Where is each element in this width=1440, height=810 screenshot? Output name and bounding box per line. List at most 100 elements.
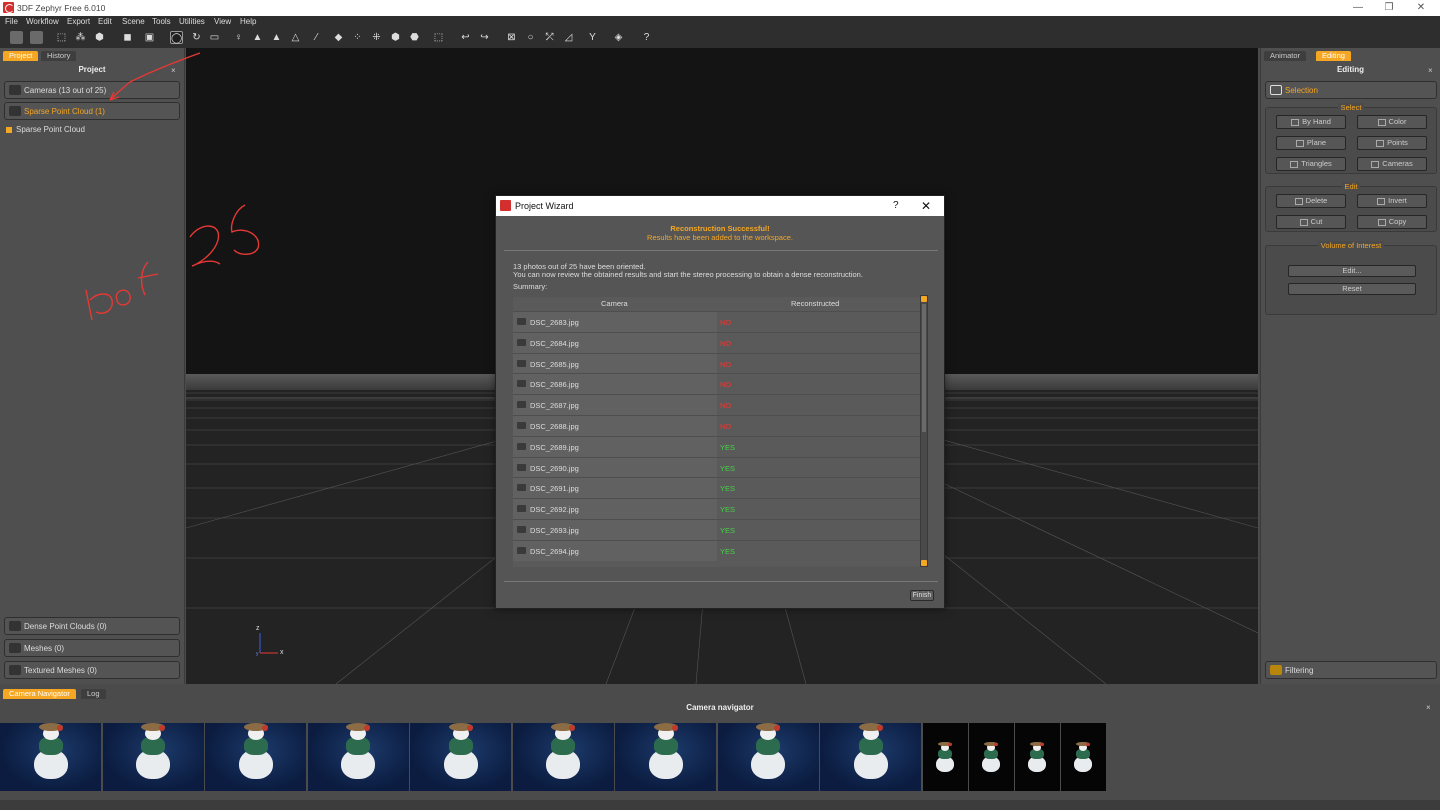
shading-solid-icon[interactable]: ▲ xyxy=(251,31,264,44)
sparse-point-cloud-item[interactable]: Sparse Point Cloud xyxy=(6,125,85,134)
close-window-button[interactable]: ✕ xyxy=(1406,1,1436,15)
filter-icon[interactable]: Y xyxy=(586,31,599,44)
help-icon[interactable]: ? xyxy=(640,31,653,44)
shading-textured-icon[interactable]: ▲ xyxy=(270,31,283,44)
tab-editing[interactable]: Editing xyxy=(1316,51,1351,61)
minimize-button[interactable]: — xyxy=(1343,1,1373,15)
cameras-toggle-icon[interactable]: ◆ xyxy=(332,31,345,44)
dense-point-clouds-button[interactable]: Dense Point Clouds (0) xyxy=(4,617,180,635)
finish-button[interactable]: Finish xyxy=(910,590,934,601)
menu-export[interactable]: Export xyxy=(67,17,90,26)
table-row[interactable]: DSC_2689.jpg YES xyxy=(513,435,920,457)
screenshot-icon[interactable]: ▣ xyxy=(143,31,156,44)
close-icon[interactable]: × xyxy=(1426,703,1431,712)
menu-edit[interactable]: Edit xyxy=(98,17,112,26)
save-icon[interactable] xyxy=(30,31,43,44)
orbit-icon[interactable]: ◯ xyxy=(170,31,183,44)
cameras-button[interactable]: Cameras (13 out of 25) xyxy=(4,81,180,99)
point-cloud-icon[interactable]: ⁂ xyxy=(74,31,87,44)
by-hand-button[interactable]: By Hand xyxy=(1276,115,1346,129)
voi-reset-button[interactable]: Reset xyxy=(1288,283,1416,295)
camera-thumbnail[interactable] xyxy=(410,723,511,791)
table-row[interactable]: DSC_2683.jpg NO xyxy=(513,311,920,332)
scroll-down-icon[interactable] xyxy=(921,560,927,566)
bbox-icon[interactable]: ⬚ xyxy=(432,31,445,44)
copy-button[interactable]: Copy xyxy=(1357,215,1427,229)
table-row[interactable]: DSC_2684.jpg NO xyxy=(513,331,920,353)
measure-icon[interactable]: ◿ xyxy=(562,31,575,44)
table-row[interactable]: DSC_2687.jpg NO xyxy=(513,394,920,416)
dialog-help-button[interactable]: ? xyxy=(893,200,899,211)
voi-edit-button[interactable]: Edit... xyxy=(1288,265,1416,277)
textured-meshes-button[interactable]: Textured Meshes (0) xyxy=(4,661,180,679)
camera-thumbnail[interactable] xyxy=(615,723,716,791)
camera-thumbnail[interactable] xyxy=(922,723,968,791)
table-row[interactable]: DSC_2685.jpg NO xyxy=(513,352,920,374)
table-scrollbar[interactable] xyxy=(920,295,928,567)
tab-animator[interactable]: Animator xyxy=(1264,51,1307,61)
color-button[interactable]: Color xyxy=(1357,115,1427,129)
menu-help[interactable]: Help xyxy=(240,17,256,26)
sphere-icon[interactable]: ○ xyxy=(524,31,537,44)
scroll-up-icon[interactable] xyxy=(921,296,927,302)
camera-view-icon[interactable]: ◼ xyxy=(121,31,134,44)
points-button[interactable]: Points xyxy=(1357,136,1427,150)
menu-scene[interactable]: Scene xyxy=(122,17,145,26)
tab-log[interactable]: Log xyxy=(81,689,106,699)
light-icon[interactable]: ♀ xyxy=(232,31,245,44)
scroll-thumb[interactable] xyxy=(922,304,926,432)
camera-thumbnail[interactable] xyxy=(968,723,1014,791)
redo-icon[interactable]: ↪ xyxy=(478,31,491,44)
plane-button[interactable]: Plane xyxy=(1276,136,1346,150)
menu-utilities[interactable]: Utilities xyxy=(179,17,205,26)
table-row[interactable]: DSC_2693.jpg YES xyxy=(513,519,920,540)
tab-history[interactable]: History xyxy=(41,51,77,61)
brush-icon[interactable]: ⁄ xyxy=(310,31,323,44)
triangles-button[interactable]: Triangles xyxy=(1276,157,1346,171)
menu-file[interactable]: File xyxy=(5,17,18,26)
rgb-icon[interactable]: ▭ xyxy=(208,31,221,44)
dense-toggle-icon[interactable]: ⁜ xyxy=(370,31,383,44)
cut-button[interactable]: Cut xyxy=(1276,215,1346,229)
shading-wire-icon[interactable]: △ xyxy=(289,31,302,44)
menu-tools[interactable]: Tools xyxy=(152,17,171,26)
table-row[interactable]: DSC_2686.jpg NO xyxy=(513,373,920,395)
close-icon[interactable]: × xyxy=(171,66,176,75)
camera-thumbnail[interactable] xyxy=(1014,723,1060,791)
select-rect-icon[interactable]: ⬚ xyxy=(55,31,68,44)
mesh-toggle-icon[interactable]: ⬢ xyxy=(389,31,402,44)
new-project-icon[interactable] xyxy=(10,31,23,44)
rotate-icon[interactable]: ↻ xyxy=(190,31,203,44)
table-row[interactable]: DSC_2688.jpg NO xyxy=(513,415,920,436)
filtering-button[interactable]: Filtering xyxy=(1265,661,1437,679)
invert-button[interactable]: Invert xyxy=(1357,194,1427,208)
meshes-button[interactable]: Meshes (0) xyxy=(4,639,180,657)
sparse-point-cloud-button[interactable]: Sparse Point Cloud (1) xyxy=(4,102,180,120)
camera-thumbnail[interactable] xyxy=(820,723,921,791)
camera-thumbnail[interactable] xyxy=(0,723,101,791)
table-row[interactable]: DSC_2690.jpg YES xyxy=(513,456,920,478)
textured-toggle-icon[interactable]: ⬣ xyxy=(408,31,421,44)
close-icon[interactable]: × xyxy=(1428,66,1433,75)
camera-thumbnail[interactable] xyxy=(205,723,306,791)
undo-icon[interactable]: ↩ xyxy=(459,31,472,44)
selection-button[interactable]: Selection xyxy=(1265,81,1437,99)
camera-thumbnail[interactable] xyxy=(102,723,204,791)
menu-view[interactable]: View xyxy=(214,17,231,26)
tab-camera-navigator[interactable]: Camera Navigator xyxy=(3,689,76,699)
table-row[interactable]: DSC_2692.jpg YES xyxy=(513,498,920,520)
menu-workflow[interactable]: Workflow xyxy=(26,17,59,26)
table-row[interactable]: DSC_2691.jpg YES xyxy=(513,477,920,499)
cube-help-icon[interactable]: ◈ xyxy=(612,31,625,44)
camera-thumbnail[interactable] xyxy=(307,723,409,791)
tab-project[interactable]: Project xyxy=(3,51,39,61)
restore-button[interactable]: ❐ xyxy=(1374,1,1404,15)
delete-button[interactable]: Delete xyxy=(1276,194,1346,208)
sparse-toggle-icon[interactable]: ⁘ xyxy=(351,31,364,44)
fit-view-icon[interactable]: ⊠ xyxy=(505,31,518,44)
transform-icon[interactable]: ⤱ xyxy=(543,31,556,44)
camera-thumbnail[interactable] xyxy=(717,723,819,791)
cameras-select-button[interactable]: Cameras xyxy=(1357,157,1427,171)
table-row[interactable]: DSC_2694.jpg YES xyxy=(513,539,920,561)
mesh-icon[interactable]: ⬢ xyxy=(93,31,106,44)
